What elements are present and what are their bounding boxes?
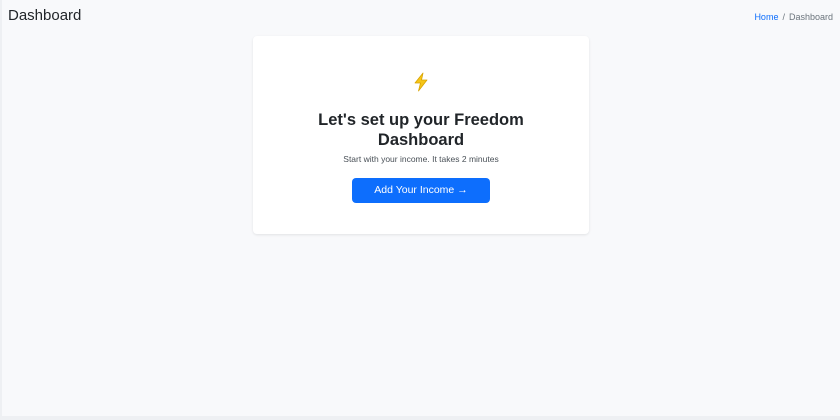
breadcrumb: Home / Dashboard [754, 12, 833, 22]
breadcrumb-home-link[interactable]: Home [754, 12, 778, 22]
add-income-button[interactable]: Add Your Income → [352, 178, 490, 203]
lightning-bolt-icon [414, 72, 428, 92]
left-edge-divider [0, 0, 2, 420]
dashboard-page: Dashboard Home / Dashboard Let's set up … [0, 0, 840, 420]
onboarding-subtitle: Start with your income. It takes 2 minut… [343, 154, 499, 164]
bottom-edge-divider [0, 416, 840, 420]
page-title: Dashboard [8, 7, 82, 24]
onboarding-heading: Let's set up your Freedom Dashboard [318, 111, 524, 149]
breadcrumb-separator: / [782, 12, 785, 22]
onboarding-card: Let's set up your Freedom Dashboard Star… [253, 36, 589, 234]
breadcrumb-current: Dashboard [788, 12, 833, 22]
